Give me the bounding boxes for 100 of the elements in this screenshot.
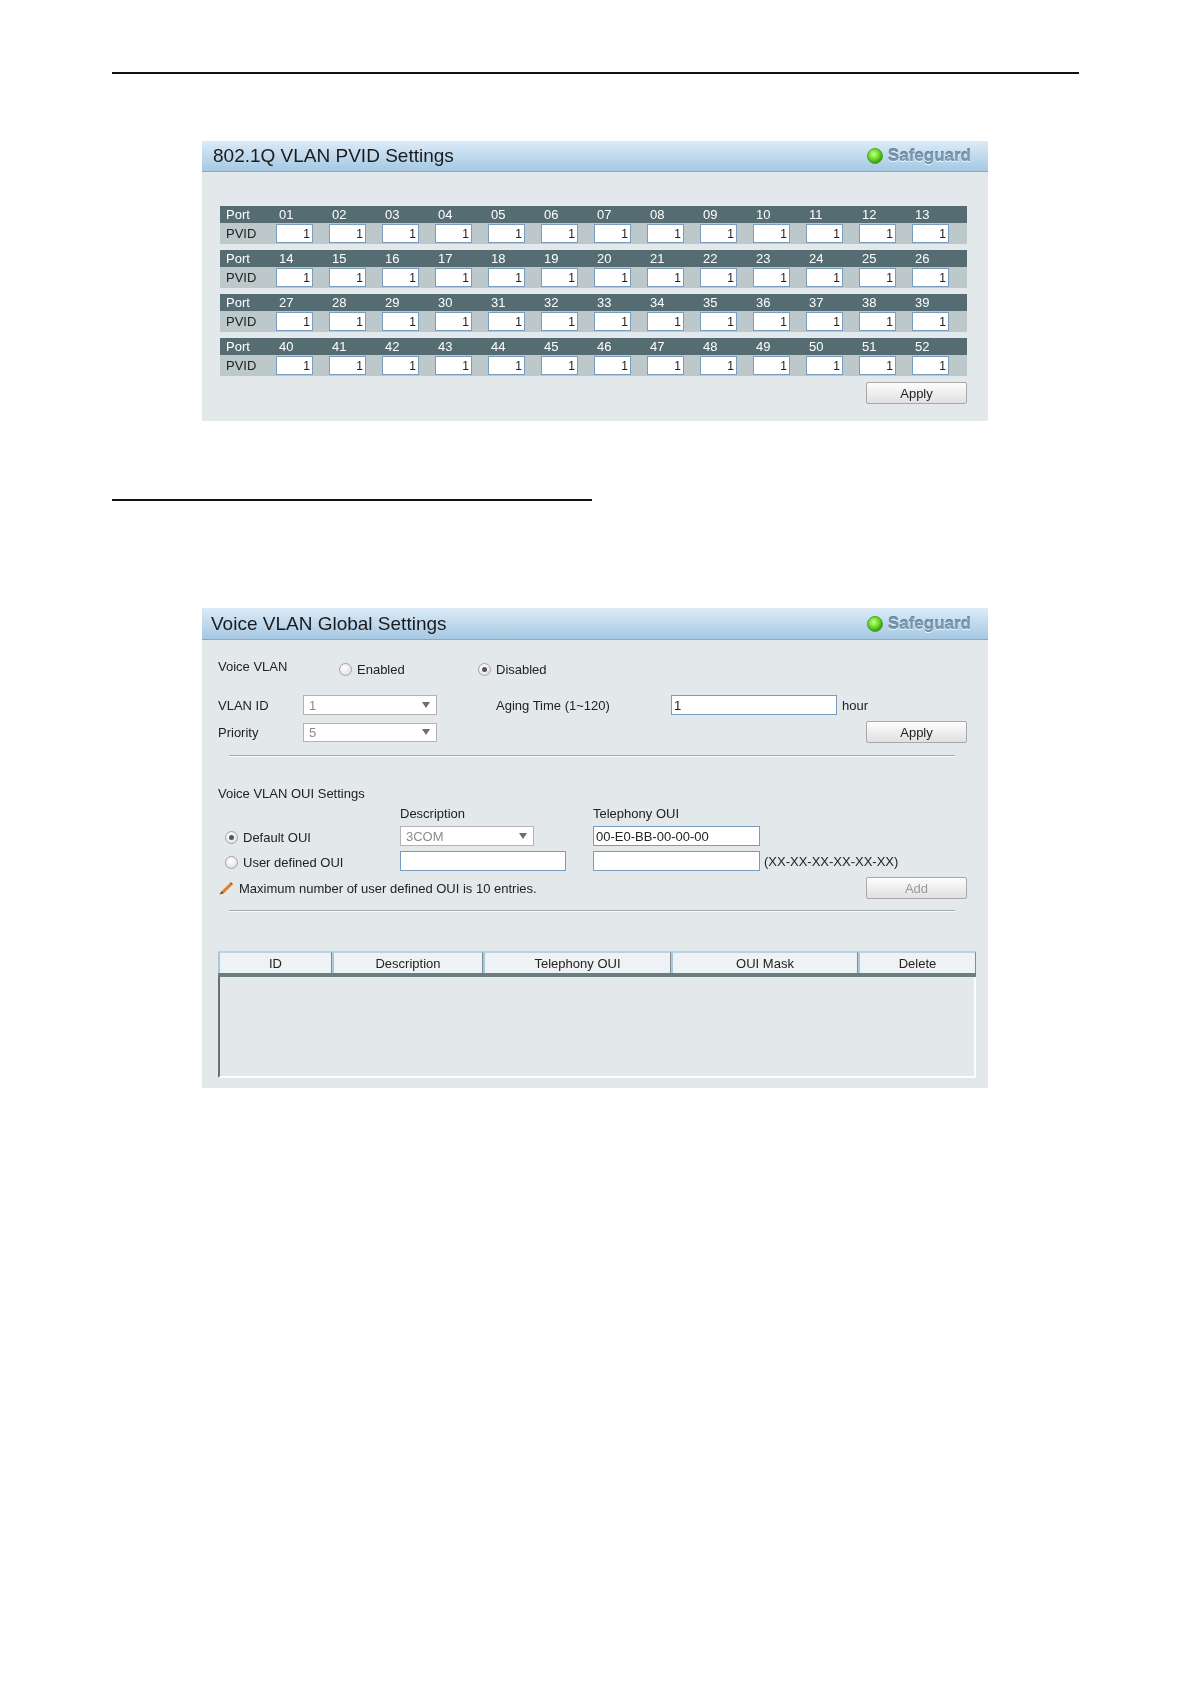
- aging-time-field[interactable]: 1: [671, 695, 837, 715]
- field-label: Aging Time (1~120): [496, 697, 610, 713]
- radio-button[interactable]: [225, 855, 238, 869]
- port-number: 14: [279, 251, 294, 266]
- pvid-field[interactable]: 1: [329, 224, 366, 243]
- pvid-field[interactable]: 1: [753, 312, 790, 331]
- caret-icon: [519, 833, 527, 839]
- port-number: 47: [650, 339, 665, 354]
- status-label: Safeguard: [887, 146, 971, 166]
- pvid-field[interactable]: 1: [700, 312, 737, 331]
- pvid-field[interactable]: 1: [488, 356, 525, 375]
- port-number: 20: [597, 251, 612, 266]
- port-number: 34: [650, 295, 665, 310]
- pvid-field[interactable]: 1: [435, 356, 472, 375]
- pvid-field[interactable]: 1: [329, 268, 366, 287]
- pvid-field[interactable]: 1: [594, 356, 631, 375]
- pvid-field[interactable]: 1: [859, 356, 896, 375]
- telephony-oui-field[interactable]: [593, 851, 760, 871]
- port-number: 08: [650, 207, 665, 222]
- pvid-field[interactable]: 1: [647, 356, 684, 375]
- port-number: 28: [332, 295, 347, 310]
- pvid-field[interactable]: 1: [382, 312, 419, 331]
- description-field[interactable]: [400, 851, 566, 871]
- port-number: 32: [544, 295, 559, 310]
- pvid-field[interactable]: 1: [806, 356, 843, 375]
- pvid-field[interactable]: 1: [912, 356, 949, 375]
- port-number: 29: [385, 295, 400, 310]
- caret-icon: [422, 729, 430, 735]
- radio-button[interactable]: [478, 662, 491, 676]
- pvid-field[interactable]: 1: [912, 268, 949, 287]
- pvid-field[interactable]: 1: [382, 268, 419, 287]
- pvid-field[interactable]: 1: [594, 224, 631, 243]
- pvid-field[interactable]: 1: [806, 268, 843, 287]
- option-label: Default OUI: [243, 829, 311, 845]
- apply-button[interactable]: Apply: [866, 721, 967, 743]
- pvid-field[interactable]: 1: [435, 224, 472, 243]
- pvid-field[interactable]: 1: [700, 268, 737, 287]
- column-label: Description: [400, 805, 466, 821]
- port-number: 44: [491, 339, 506, 354]
- column-header: OUI Mask: [671, 951, 858, 973]
- port-number: 02: [332, 207, 347, 222]
- radio-button[interactable]: [225, 830, 238, 844]
- pvid-field[interactable]: 1: [912, 312, 949, 331]
- port-number: 24: [809, 251, 824, 266]
- port-number: 17: [438, 251, 453, 266]
- row-label: Port: [226, 251, 250, 266]
- pvid-field[interactable]: 1: [541, 224, 578, 243]
- port-number: 15: [332, 251, 347, 266]
- port-number: 03: [385, 207, 400, 222]
- status-label: Safeguard: [887, 613, 971, 634]
- pvid-field[interactable]: 1: [912, 224, 949, 243]
- pvid-field[interactable]: 1: [488, 312, 525, 331]
- pvid-field[interactable]: 1: [647, 312, 684, 331]
- pvid-field[interactable]: 1: [594, 312, 631, 331]
- pvid-field[interactable]: 1: [859, 268, 896, 287]
- pvid-field[interactable]: 1: [276, 224, 313, 243]
- pvid-field[interactable]: 1: [647, 268, 684, 287]
- pvid-field[interactable]: 1: [806, 312, 843, 331]
- pvid-field[interactable]: 1: [647, 224, 684, 243]
- port-number: 23: [756, 251, 771, 266]
- port-number: 40: [279, 339, 294, 354]
- port-number: 52: [915, 339, 930, 354]
- port-number: 21: [650, 251, 665, 266]
- pvid-field[interactable]: 1: [435, 268, 472, 287]
- pvid-field[interactable]: 1: [382, 356, 419, 375]
- pvid-field[interactable]: 1: [859, 312, 896, 331]
- pvid-field[interactable]: 1: [541, 356, 578, 375]
- port-number: 10: [756, 207, 771, 222]
- pvid-field[interactable]: 1: [276, 356, 313, 375]
- pvid-field[interactable]: 1: [859, 224, 896, 243]
- telephony-oui-field[interactable]: 00-E0-BB-00-00-00: [593, 826, 760, 846]
- port-number: 50: [809, 339, 824, 354]
- option-label: User defined OUI: [243, 854, 344, 870]
- option-label: Enabled: [357, 661, 405, 677]
- pvid-field[interactable]: 1: [488, 224, 525, 243]
- pvid-field[interactable]: 1: [329, 356, 366, 375]
- pvid-field[interactable]: 1: [753, 268, 790, 287]
- pvid-field[interactable]: 1: [435, 312, 472, 331]
- radio-button[interactable]: [339, 662, 352, 676]
- port-number: 46: [597, 339, 612, 354]
- pvid-field[interactable]: 1: [753, 356, 790, 375]
- port-number: 16: [385, 251, 400, 266]
- pvid-field[interactable]: 1: [753, 224, 790, 243]
- pvid-field[interactable]: 1: [541, 312, 578, 331]
- port-number: 35: [703, 295, 718, 310]
- pvid-field[interactable]: 1: [488, 268, 525, 287]
- pvid-field[interactable]: 1: [382, 224, 419, 243]
- port-number: 27: [279, 295, 294, 310]
- pvid-field[interactable]: 1: [806, 224, 843, 243]
- pvid-field[interactable]: 1: [594, 268, 631, 287]
- column-label: Telephony OUI: [593, 805, 679, 821]
- pvid-field[interactable]: 1: [276, 268, 313, 287]
- pvid-field[interactable]: 1: [276, 312, 313, 331]
- pvid-field[interactable]: 1: [700, 356, 737, 375]
- pvid-field[interactable]: 1: [541, 268, 578, 287]
- port-number: 36: [756, 295, 771, 310]
- pvid-field[interactable]: 1: [700, 224, 737, 243]
- pvid-field[interactable]: 1: [329, 312, 366, 331]
- column-header: ID: [218, 951, 332, 973]
- apply-button[interactable]: Apply: [866, 382, 967, 404]
